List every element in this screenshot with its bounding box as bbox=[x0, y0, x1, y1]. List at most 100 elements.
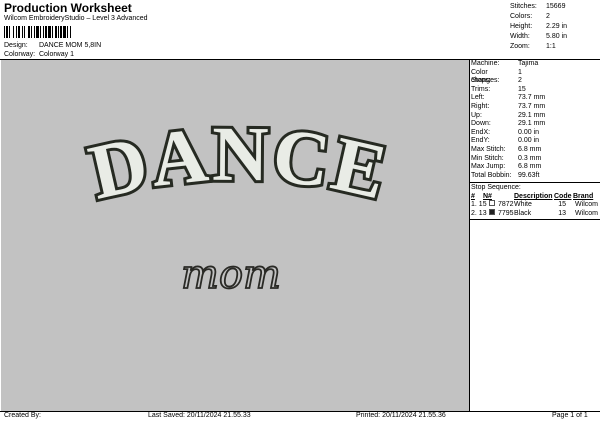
info-value: 0.3 mm bbox=[518, 154, 542, 162]
stop-needle: 15 bbox=[478, 201, 487, 209]
stat-row: Width: 5.80 in bbox=[510, 32, 598, 42]
stop-code: 15 bbox=[558, 201, 566, 209]
stat-label: Width: bbox=[510, 33, 530, 40]
info-value: Tajima bbox=[518, 60, 539, 67]
stat-value: 1:1 bbox=[546, 43, 556, 50]
barcode bbox=[4, 26, 71, 38]
info-row: Stops: 2 bbox=[471, 77, 598, 86]
machine-info-panel: Machine: Tajima Color changes: 1 Stops: 2 T… bbox=[469, 60, 600, 221]
mom-script-text: mom bbox=[181, 252, 281, 298]
info-row: EndX: 0.00 in bbox=[471, 129, 598, 138]
col-header: N# bbox=[483, 193, 492, 201]
info-row: Total Bobbin: 99.63ft bbox=[471, 172, 598, 181]
stat-value: 2 bbox=[546, 13, 550, 20]
info-row: Trims: 15 bbox=[471, 86, 598, 95]
embroidery-artwork: DANCE mom bbox=[78, 107, 397, 299]
stop-sequence-title: Stop Sequence: bbox=[471, 184, 521, 192]
info-row: Down: 29.1 mm bbox=[471, 120, 598, 129]
color-swatch-icon bbox=[489, 209, 495, 216]
stat-label: Zoom: bbox=[510, 43, 530, 50]
thread-code: 7795 bbox=[498, 210, 514, 218]
info-row: Max Stitch: 6.8 mm bbox=[471, 146, 598, 155]
info-value: 6.8 mm bbox=[518, 145, 542, 153]
info-row: Up: 29.1 mm bbox=[471, 112, 598, 121]
thread-code: 7872 bbox=[498, 201, 514, 209]
info-value: 73.7 mm bbox=[518, 94, 546, 102]
col-header: Code bbox=[554, 193, 572, 201]
info-row: Right: 73.7 mm bbox=[471, 103, 598, 112]
colorway-value: Colorway 1 bbox=[38, 51, 74, 58]
col-header: Description bbox=[514, 193, 553, 201]
stat-label: Stitches: bbox=[510, 3, 537, 10]
info-row: Color changes: 1 bbox=[471, 68, 598, 85]
stat-label: Colors: bbox=[510, 13, 533, 20]
footer-last-saved: Last Saved: 20/11/2024 21.55.33 bbox=[148, 412, 251, 419]
footer-printed: Printed: 20/11/2024 21.55.36 bbox=[356, 412, 446, 419]
info-row: Min Stitch: 0.3 mm bbox=[471, 155, 598, 164]
stat-row: Height: 2.29 in bbox=[510, 22, 598, 32]
panel-divider bbox=[469, 60, 470, 411]
info-value: 29.1 mm bbox=[518, 120, 546, 128]
info-label: Trims: bbox=[471, 85, 491, 93]
info-label: Machine: bbox=[471, 60, 500, 67]
colorway-row: Colorway: Colorway 1 bbox=[4, 51, 74, 58]
thread-description: White bbox=[514, 201, 532, 209]
stop-needle: 13 bbox=[478, 210, 487, 218]
stat-row: Zoom: 1:1 bbox=[510, 42, 598, 52]
info-label: EndX: bbox=[471, 128, 491, 136]
info-value: 6.8 mm bbox=[518, 163, 542, 171]
stat-value: 15669 bbox=[546, 3, 566, 10]
info-row: EndY: 0.00 in bbox=[471, 137, 598, 146]
info-row: Left: 73.7 mm bbox=[471, 94, 598, 103]
info-value: 99.63ft bbox=[518, 171, 540, 179]
info-label: Left: bbox=[471, 94, 485, 102]
info-label: Up: bbox=[471, 111, 482, 119]
stat-row: Colors: 2 bbox=[510, 12, 598, 22]
info-value: 2 bbox=[518, 77, 522, 85]
info-value: 0.00 in bbox=[518, 128, 540, 136]
info-value: 73.7 mm bbox=[518, 102, 546, 110]
info-row: Max Jump: 6.8 mm bbox=[471, 163, 598, 172]
colorway-label: Colorway: bbox=[4, 51, 36, 58]
info-label: Down: bbox=[471, 120, 491, 128]
col-header: Brand bbox=[573, 193, 594, 201]
footer-divider bbox=[0, 411, 600, 412]
stop-code: 13 bbox=[558, 210, 566, 218]
page-title: Production Worksheet bbox=[4, 1, 132, 15]
stat-value: 5.80 in bbox=[546, 33, 568, 40]
info-value: 15 bbox=[518, 85, 526, 93]
thread-brand: Wilcom bbox=[575, 210, 598, 218]
stop-row: 2. 13 7795 Black 13 Wilcom bbox=[471, 209, 598, 218]
stop-sequence-header: # N# Description Code Brand bbox=[471, 193, 598, 200]
footer-page: Page 1 of 1 bbox=[552, 412, 588, 419]
stat-value: 2.29 in bbox=[546, 23, 568, 30]
info-label: Total Bobbin: bbox=[471, 171, 512, 179]
info-value: 0.00 in bbox=[518, 137, 540, 145]
info-row: Machine: Tajima bbox=[471, 60, 598, 69]
design-label: Design: bbox=[4, 42, 28, 49]
info-label: EndY: bbox=[471, 137, 490, 145]
stop-row: 1. 15 7872 White 15 Wilcom bbox=[471, 200, 598, 209]
software-subtitle: Wilcom EmbroideryStudio – Level 3 Advanc… bbox=[4, 15, 148, 22]
info-label: Min Stitch: bbox=[471, 154, 504, 162]
info-label: Color changes: bbox=[471, 68, 500, 85]
footer-created-by: Created By: bbox=[4, 412, 41, 419]
design-preview: DANCE mom bbox=[1, 60, 469, 411]
design-value: DANCE MOM 5,8IN bbox=[38, 42, 102, 49]
stat-row: Stitches: 15669 bbox=[510, 2, 598, 12]
color-swatch-icon bbox=[489, 200, 495, 207]
section-divider bbox=[469, 182, 600, 184]
info-label: Stops: bbox=[471, 77, 491, 85]
info-value: 1 bbox=[518, 68, 522, 76]
stop-index: 1. bbox=[471, 201, 477, 209]
col-header: # bbox=[471, 193, 475, 201]
stop-index: 2. bbox=[471, 210, 477, 218]
design-row: Design: DANCE MOM 5,8IN bbox=[4, 42, 101, 49]
stat-label: Height: bbox=[510, 23, 533, 30]
info-value: 29.1 mm bbox=[518, 111, 546, 119]
info-label: Max Stitch: bbox=[471, 145, 506, 153]
section-divider bbox=[469, 219, 600, 221]
thread-brand: Wilcom bbox=[575, 201, 598, 209]
info-label: Right: bbox=[471, 102, 490, 110]
info-label: Max Jump: bbox=[471, 163, 506, 171]
